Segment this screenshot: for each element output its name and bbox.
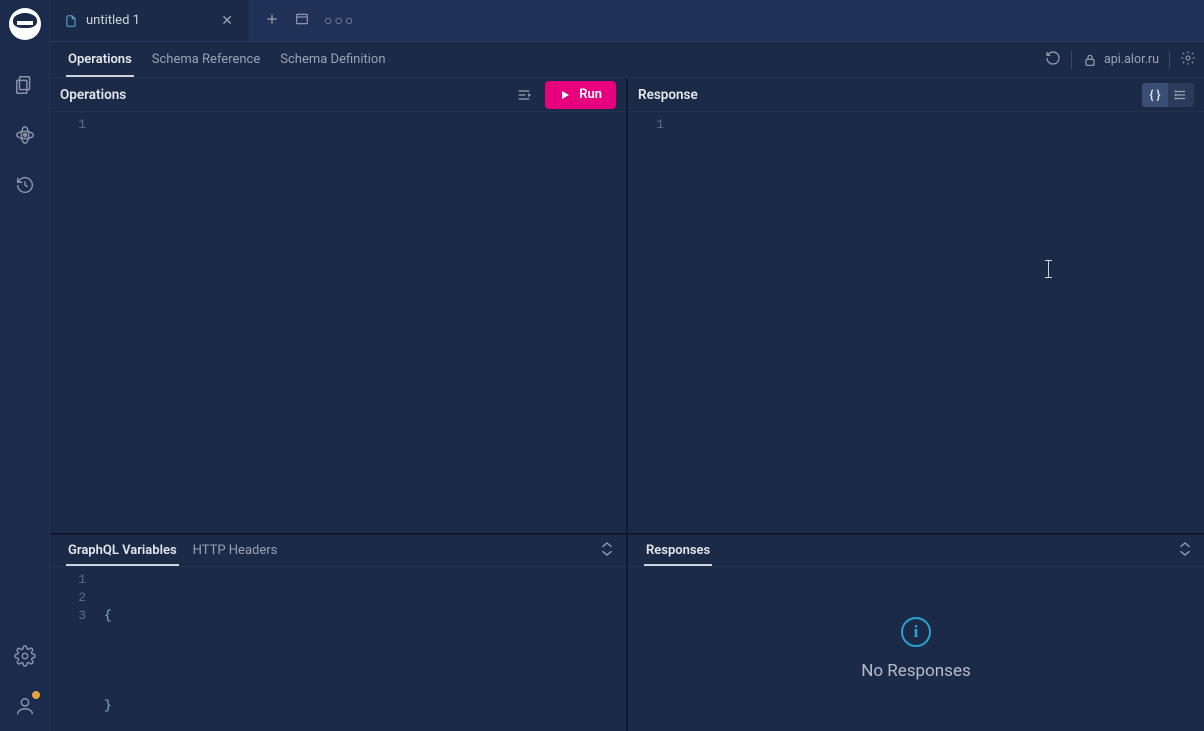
no-responses-placeholder: i No Responses (628, 567, 1204, 731)
history-icon[interactable] (0, 160, 50, 210)
tab-responses[interactable]: Responses (638, 535, 718, 566)
files-icon[interactable] (0, 60, 50, 110)
prettify-icon[interactable] (511, 82, 537, 108)
tab-actions: ○○○ (250, 0, 369, 41)
view-json-button[interactable]: { } (1142, 83, 1168, 107)
subtab-operations[interactable]: Operations (58, 42, 142, 77)
collapse-icon[interactable] (1176, 540, 1194, 562)
no-responses-text: No Responses (861, 661, 971, 681)
gutter: 1 (50, 112, 104, 533)
endpoint-settings-icon[interactable] (1180, 50, 1196, 70)
file-icon (64, 14, 78, 28)
gutter: 1 (628, 112, 682, 533)
lock-icon (1082, 52, 1098, 68)
tab-graphql-variables[interactable]: GraphQL Variables (60, 535, 185, 566)
tab-untitled-1[interactable]: untitled 1 ✕ (50, 0, 250, 41)
operations-pane: Operations Run 1 (50, 78, 628, 533)
response-editor[interactable]: 1 (628, 112, 1204, 533)
subtab-schema-reference[interactable]: Schema Reference (142, 42, 271, 77)
text-cursor-icon (1048, 260, 1049, 278)
variables-editor[interactable]: 1 2 3 { } (50, 567, 626, 731)
account-icon[interactable] (0, 681, 50, 731)
endpoint-display[interactable]: api.alor.ru (1082, 52, 1159, 68)
window-icon[interactable] (294, 11, 310, 31)
refresh-icon[interactable] (1045, 50, 1061, 70)
endpoint-text: api.alor.ru (1104, 52, 1159, 67)
response-view-toggle: { } (1142, 83, 1194, 107)
activity-bar (0, 0, 50, 731)
collapse-icon[interactable] (598, 540, 616, 562)
close-icon[interactable]: ✕ (217, 11, 237, 31)
operations-editor[interactable]: 1 (50, 112, 626, 533)
separator (1071, 51, 1072, 69)
response-pane: Response { } 1 (628, 78, 1204, 533)
run-label: Run (579, 87, 602, 102)
new-tab-button[interactable] (264, 11, 280, 31)
responses-panel: Responses i No Responses (628, 535, 1204, 731)
info-icon: i (901, 617, 931, 647)
tab-label: untitled 1 (86, 13, 140, 28)
app-logo-icon (9, 8, 41, 40)
editor-tabs: untitled 1 ✕ ○○○ (50, 0, 1204, 42)
view-tree-button[interactable] (1168, 83, 1194, 107)
variables-panel: GraphQL Variables HTTP Headers 1 2 3 { } (50, 535, 628, 731)
code-area[interactable] (104, 112, 626, 533)
code-area (682, 112, 1204, 533)
response-title: Response (638, 87, 698, 103)
schema-icon[interactable] (0, 110, 50, 160)
run-button[interactable]: Run (545, 81, 616, 109)
operations-title: Operations (60, 87, 126, 103)
code-area[interactable]: { } (104, 567, 626, 731)
tab-http-headers[interactable]: HTTP Headers (185, 535, 286, 566)
settings-gear-icon[interactable] (0, 631, 50, 681)
separator (1169, 51, 1170, 69)
subtab-schema-definition[interactable]: Schema Definition (270, 42, 395, 77)
more-icon[interactable]: ○○○ (324, 12, 355, 29)
gutter: 1 2 3 (50, 567, 104, 731)
sub-tabs: Operations Schema Reference Schema Defin… (50, 42, 1204, 78)
